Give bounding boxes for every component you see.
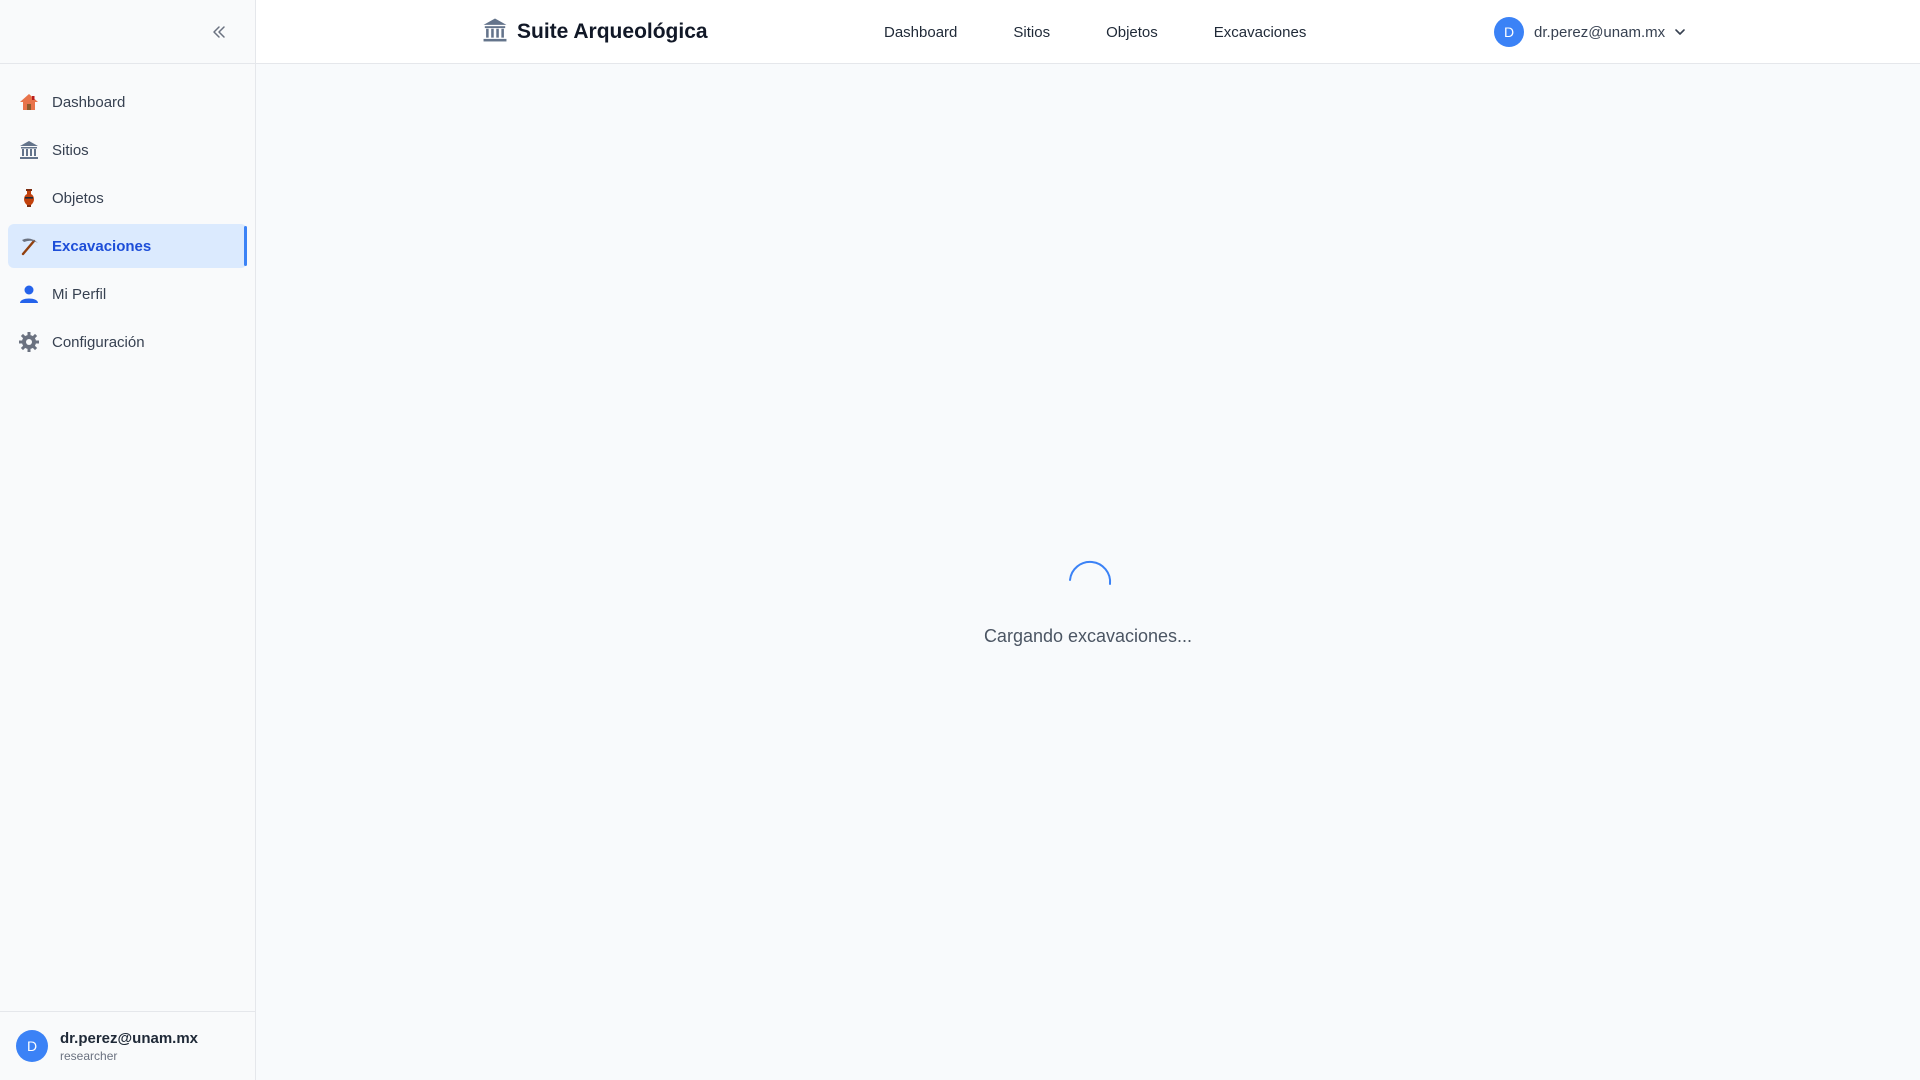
user-role: researcher	[60, 1048, 118, 1063]
avatar: D	[16, 1030, 48, 1062]
loading-state: Cargando excavaciones...	[256, 558, 1920, 647]
loading-spinner-icon	[1068, 560, 1111, 585]
top-header: Suite Arqueológica Dashboard Sitios Obje…	[256, 0, 1920, 64]
gear-icon	[16, 329, 42, 355]
classical-building-icon	[16, 137, 42, 163]
sidebar-item-label: Mi Perfil	[52, 285, 107, 303]
sidebar-item-label: Configuración	[52, 333, 145, 351]
user-icon	[16, 281, 42, 307]
user-menu-email: dr.perez@unam.mx	[1534, 23, 1666, 41]
chevron-down-icon	[1675, 29, 1685, 35]
avatar: D	[1494, 17, 1524, 47]
main-content: Cargando excavaciones...	[256, 64, 1920, 1080]
house-icon	[16, 89, 42, 115]
sidebar-item-label: Objetos	[52, 189, 104, 207]
loading-text: Cargando excavaciones...	[983, 626, 1193, 646]
top-nav: Dashboard Sitios Objetos Excavaciones	[884, 0, 1362, 64]
user-menu-button[interactable]: D dr.perez@unam.mx	[1494, 0, 1687, 64]
sidebar-header	[0, 0, 255, 64]
double-chevron-left-icon	[213, 25, 225, 38]
brand[interactable]: Suite Arqueológica	[481, 0, 708, 64]
sidebar-item-label: Sitios	[52, 141, 89, 159]
sidebar: Dashboard Sitios Objetos Excavaciones Mi…	[0, 0, 256, 1080]
sidebar-user-panel[interactable]: D dr.perez@unam.mx researcher	[0, 1011, 255, 1080]
user-email: dr.perez@unam.mx	[60, 1029, 199, 1047]
sidebar-item-mi-perfil[interactable]: Mi Perfil	[8, 272, 247, 316]
top-nav-objetos[interactable]: Objetos	[1106, 24, 1158, 41]
sidebar-item-dashboard[interactable]: Dashboard	[8, 80, 247, 124]
sidebar-item-objetos[interactable]: Objetos	[8, 176, 247, 220]
top-nav-sitios[interactable]: Sitios	[1013, 24, 1050, 41]
sidebar-nav: Dashboard Sitios Objetos Excavaciones Mi…	[0, 64, 255, 364]
sidebar-item-label: Dashboard	[52, 93, 126, 111]
pick-icon	[16, 233, 42, 259]
top-nav-dashboard[interactable]: Dashboard	[884, 24, 957, 41]
sidebar-item-excavaciones[interactable]: Excavaciones	[8, 224, 247, 268]
amphora-icon	[16, 185, 42, 211]
sidebar-item-configuracion[interactable]: Configuración	[8, 320, 247, 364]
classical-building-icon	[481, 16, 509, 49]
sidebar-item-label: Excavaciones	[52, 237, 152, 255]
sidebar-item-sitios[interactable]: Sitios	[8, 128, 247, 172]
top-nav-excavaciones[interactable]: Excavaciones	[1214, 24, 1307, 41]
collapse-sidebar-button[interactable]	[205, 18, 233, 46]
user-info: dr.perez@unam.mx researcher	[60, 1030, 198, 1063]
app-title: Suite Arqueológica	[517, 20, 708, 43]
